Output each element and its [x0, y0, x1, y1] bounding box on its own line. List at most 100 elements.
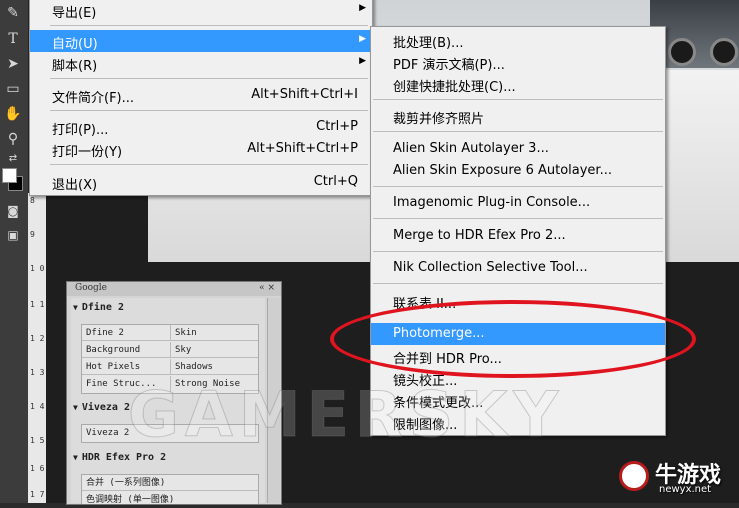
menu-item-label: Photomerge...	[393, 326, 485, 341]
menu-shortcut: Alt+Shift+Ctrl+P	[247, 141, 358, 156]
menu-item-exit[interactable]: 退出(X) Ctrl+Q	[30, 171, 372, 193]
menu-shortcut: Ctrl+Q	[313, 174, 358, 189]
screen-mode-icon[interactable]: ▣	[3, 226, 23, 244]
menu-divider	[50, 78, 368, 79]
section-title: Dfine 2	[81, 302, 124, 313]
vertical-ruler: 8 9 1 0 1 1 1 2 1 3 1 4 1 5 1 6 1 7	[28, 193, 47, 503]
menu-item-label: Imagenomic Plug-in Console...	[393, 195, 591, 210]
menu-item-label: Merge to HDR Efex Pro 2...	[393, 228, 566, 243]
rectangle-icon[interactable]: ▭	[3, 80, 23, 98]
tools-panel: ✎ T ➤ ▭ ✋ ⚲ ⇄ ◙ ▣	[0, 0, 29, 503]
menu-shortcut: Alt+Shift+Ctrl+I	[251, 87, 358, 102]
ruler-mark: 1 7	[30, 490, 45, 499]
menu-divider	[50, 110, 368, 111]
submenu-arrow-icon: ▶	[359, 34, 366, 44]
collapse-triangle-icon: ▼	[73, 303, 78, 312]
collapse-triangle-icon: ▼	[73, 403, 78, 412]
section-header-dfine[interactable]: ▼ Dfine 2	[73, 302, 124, 313]
plugin-button[interactable]: Background	[82, 342, 170, 358]
menu-divider	[50, 164, 368, 165]
menu-item-imagenomic[interactable]: Imagenomic Plug-in Console...	[371, 192, 665, 214]
menu-item-label: 脚本(R)	[52, 59, 98, 74]
menu-item-pdf-presentation[interactable]: PDF 演示文稿(P)...	[371, 51, 665, 73]
menu-divider	[373, 131, 663, 132]
hand-icon[interactable]: ✋	[3, 105, 23, 123]
ruler-mark: 1 5	[30, 436, 45, 445]
section-header-viveza[interactable]: ▼ Viveza 2	[73, 402, 130, 413]
menu-item-label: 打印一份(Y)	[52, 145, 123, 160]
menu-item-label: 打印(P)...	[52, 123, 109, 138]
section-header-hdr-efex[interactable]: ▼ HDR Efex Pro 2	[73, 452, 166, 463]
plugin-button[interactable]: 色调映射 (单一图像)	[82, 492, 258, 508]
menu-item-label: 创建快捷批处理(C)...	[393, 80, 516, 95]
plugin-button[interactable]: Hot Pixels	[82, 359, 170, 375]
menu-item-merge-hdr-pro[interactable]: 合并到 HDR Pro...	[371, 345, 665, 367]
menu-item-label: Alien Skin Autolayer 3...	[393, 141, 549, 156]
ruler-mark: 1 3	[30, 368, 45, 377]
automate-submenu: 批处理(B)... PDF 演示文稿(P)... 创建快捷批处理(C)... 裁…	[370, 26, 666, 436]
section-title: HDR Efex Pro 2	[81, 452, 167, 463]
menu-item-label: 退出(X)	[52, 178, 98, 193]
path-select-icon[interactable]: ➤	[3, 55, 23, 73]
logo-icon	[619, 461, 649, 491]
menu-item-automate[interactable]: 自动(U) ▶	[30, 30, 372, 52]
menu-item-file-info[interactable]: 文件简介(F)... Alt+Shift+Ctrl+I	[30, 84, 372, 106]
menu-item-batch[interactable]: 批处理(B)...	[371, 29, 665, 51]
type-icon[interactable]: T	[3, 30, 23, 48]
menu-item-label: Nik Collection Selective Tool...	[393, 260, 588, 275]
menu-shortcut: Ctrl+P	[316, 119, 358, 134]
menu-divider	[373, 186, 663, 187]
menu-divider	[373, 283, 663, 284]
menu-item-label: Alien Skin Exposure 6 Autolayer...	[393, 163, 612, 178]
zoom-icon[interactable]: ⚲	[3, 130, 23, 148]
panel-controls[interactable]: « ×	[259, 283, 275, 293]
ruler-mark: 1 1	[30, 300, 45, 309]
plugin-button[interactable]: Shadows	[170, 359, 258, 375]
wheel-shape	[668, 38, 696, 66]
menu-item-alien-skin-exposure[interactable]: Alien Skin Exposure 6 Autolayer...	[371, 160, 665, 182]
plugin-button[interactable]: Skin	[170, 325, 258, 341]
submenu-arrow-icon: ▶	[359, 3, 366, 13]
menu-item-alien-skin-autolayer[interactable]: Alien Skin Autolayer 3...	[371, 138, 665, 160]
ruler-mark: 9	[30, 230, 35, 239]
menu-divider	[50, 25, 368, 26]
pen-icon[interactable]: ✎	[3, 4, 23, 22]
panel-title-bar[interactable]: Google « ×	[67, 282, 281, 296]
watermark-text: GAMERSKY	[127, 378, 565, 452]
menu-item-photomerge[interactable]: Photomerge...	[371, 323, 665, 345]
section-title: Viveza 2	[81, 402, 130, 413]
ruler-mark: 1 6	[30, 464, 45, 473]
submenu-arrow-icon: ▶	[359, 56, 366, 66]
ruler-mark: 1 2	[30, 334, 45, 343]
menu-item-label: 联系表 II...	[393, 297, 457, 312]
menu-divider	[373, 99, 663, 100]
menu-item-crop-straighten[interactable]: 裁剪并修齐照片	[371, 105, 665, 127]
panel-title: Google	[75, 283, 107, 293]
menu-item-label: 导出(E)	[52, 6, 97, 21]
foreground-color-swatch[interactable]	[2, 168, 17, 183]
collapse-triangle-icon: ▼	[73, 453, 78, 462]
quick-mask-icon[interactable]: ◙	[3, 202, 23, 220]
plugin-button[interactable]: 合并 (一系列图像)	[82, 475, 258, 491]
plugin-button[interactable]: Dfine 2	[82, 325, 170, 341]
menu-item-label: 批处理(B)...	[393, 36, 464, 51]
file-menu: 导出(E) ▶ 自动(U) ▶ 脚本(R) ▶ 文件简介(F)... Alt+S…	[29, 0, 373, 196]
menu-item-contact-sheet[interactable]: 联系表 II...	[371, 290, 665, 312]
menu-item-label: 自动(U)	[52, 37, 98, 52]
logo-url: newyx.net	[659, 484, 712, 495]
menu-item-nik-collection[interactable]: Nik Collection Selective Tool...	[371, 257, 665, 279]
menu-item-label: 合并到 HDR Pro...	[393, 352, 502, 367]
menu-item-scripts[interactable]: 脚本(R) ▶	[30, 52, 372, 74]
menu-item-print[interactable]: 打印(P)... Ctrl+P	[30, 116, 372, 138]
menu-item-label: 裁剪并修齐照片	[393, 112, 485, 127]
menu-item-export[interactable]: 导出(E) ▶	[30, 0, 372, 21]
ruler-mark: 1 4	[30, 402, 45, 411]
menu-item-print-one[interactable]: 打印一份(Y) Alt+Shift+Ctrl+P	[30, 138, 372, 160]
swap-colors-icon[interactable]: ⇄	[3, 150, 23, 168]
plugin-button[interactable]: Sky	[170, 342, 258, 358]
menu-item-hdr-efex[interactable]: Merge to HDR Efex Pro 2...	[371, 225, 665, 247]
menu-item-label: 文件简介(F)...	[52, 91, 135, 106]
site-logo: 牛游戏 newyx.net	[619, 457, 731, 497]
menu-divider	[373, 251, 663, 252]
menu-item-create-droplet[interactable]: 创建快捷批处理(C)...	[371, 73, 665, 95]
